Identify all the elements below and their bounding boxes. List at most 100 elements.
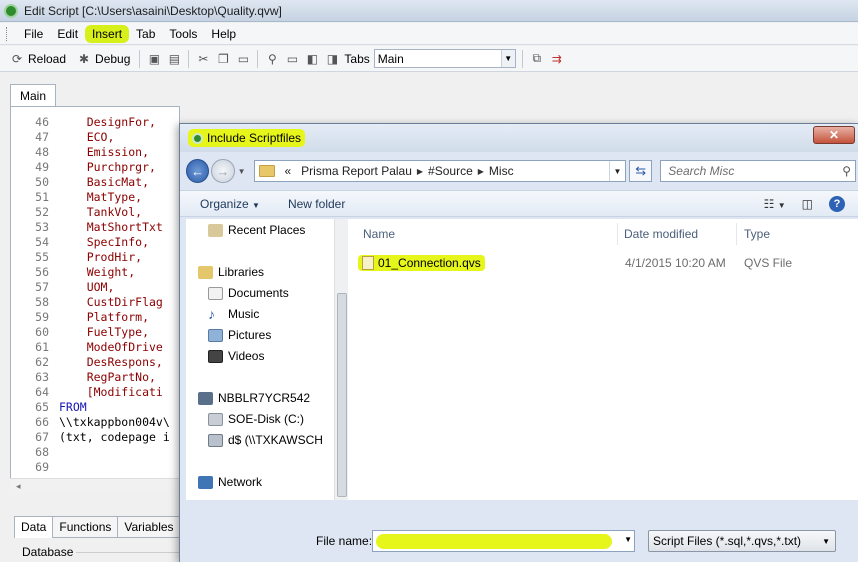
code-line[interactable]: 57 UOM,: [11, 280, 179, 295]
reload-button[interactable]: ⟳ Reload: [6, 49, 69, 69]
find-icon[interactable]: ⚲: [264, 51, 280, 67]
back-button[interactable]: ←: [186, 159, 210, 183]
chevron-right-icon[interactable]: ▶: [478, 167, 484, 176]
organize-button[interactable]: Organize ▼: [200, 197, 260, 211]
view-options-button[interactable]: ☷ ▼: [764, 197, 786, 211]
address-bar[interactable]: « Prisma Report Palau ▶ #Source ▶ Misc ▼: [254, 160, 627, 182]
code-line[interactable]: 49 Purchprgr,: [11, 160, 179, 175]
nav-item-pictures[interactable]: Pictures: [208, 328, 271, 342]
tab-left-icon[interactable]: ◧: [304, 51, 320, 67]
column-divider: [617, 223, 618, 245]
code-line[interactable]: 52 TankVol,: [11, 205, 179, 220]
chevron-down-icon[interactable]: ▼: [609, 161, 625, 181]
file-name[interactable]: 01_Connection.qvs: [358, 255, 485, 271]
code-text: TankVol,: [59, 205, 143, 219]
code-line[interactable]: 60 FuelType,: [11, 325, 179, 340]
line-number: 52: [35, 205, 49, 219]
preview-pane-icon[interactable]: ◫: [802, 197, 813, 211]
nav-item-videos[interactable]: Videos: [208, 349, 264, 363]
save-icon[interactable]: ▣: [146, 51, 162, 67]
print-icon[interactable]: ▤: [166, 51, 182, 67]
code-line[interactable]: 54 SpecInfo,: [11, 235, 179, 250]
copy-icon[interactable]: ❐: [215, 51, 231, 67]
scrollbar-thumb[interactable]: [337, 293, 347, 497]
code-line[interactable]: 47 ECO,: [11, 130, 179, 145]
menu-file[interactable]: File: [17, 25, 50, 43]
editor-scrollbar[interactable]: ◂: [10, 478, 180, 494]
menu-tab[interactable]: Tab: [129, 25, 162, 43]
debug-button[interactable]: ✱ Debug: [73, 49, 133, 69]
code-line[interactable]: 59 Platform,: [11, 310, 179, 325]
reload-icon: ⟳: [11, 51, 23, 66]
syntax-check-icon[interactable]: ⇉: [549, 51, 565, 67]
code-text: ECO,: [59, 130, 115, 144]
code-line[interactable]: 68: [11, 445, 179, 460]
nav-item-computer[interactable]: NBBLR7YCR542: [198, 391, 310, 405]
code-line[interactable]: 46 DesignFor,: [11, 115, 179, 130]
code-line[interactable]: 48 Emission,: [11, 145, 179, 160]
code-line[interactable]: 66 \\txkappbon004v\: [11, 415, 179, 430]
nav-item-documents[interactable]: Documents: [208, 286, 289, 300]
script-editor[interactable]: 46 DesignFor, 47 ECO, 48 Emission, 49 Purch…: [10, 106, 180, 494]
code-text: FuelType,: [59, 325, 150, 339]
nav-item-recent-places[interactable]: Recent Places: [208, 223, 305, 237]
file-row[interactable]: 01_Connection.qvs 4/1/2015 10:20 AM QVS …: [358, 253, 853, 273]
code-line[interactable]: 64 [Modificati: [11, 385, 179, 400]
refresh-button[interactable]: ⇆: [629, 160, 653, 182]
table-viewer-icon[interactable]: ⧉: [529, 51, 545, 67]
chevron-right-icon[interactable]: ▶: [417, 167, 423, 176]
menu-edit[interactable]: Edit: [50, 25, 85, 43]
menu-help[interactable]: Help: [204, 25, 243, 43]
breadcrumb-item[interactable]: Prisma Report Palau: [301, 164, 412, 178]
nav-scrollbar[interactable]: [334, 219, 348, 500]
code-line[interactable]: 55 ProdHir,: [11, 250, 179, 265]
search-input[interactable]: Search Misc ⚲: [660, 160, 856, 182]
code-line[interactable]: 50 BasicMat,: [11, 175, 179, 190]
code-line[interactable]: 62 DesRespons,: [11, 355, 179, 370]
breadcrumb-prefix[interactable]: «: [284, 164, 291, 178]
column-header-type[interactable]: Type: [744, 227, 770, 241]
folder-icon[interactable]: ▭: [284, 51, 300, 67]
nav-item-libraries[interactable]: Libraries: [198, 265, 264, 279]
tab-data[interactable]: Data: [14, 516, 54, 538]
tabs-select[interactable]: Main ▼: [373, 49, 516, 68]
chevron-down-icon[interactable]: ▼: [624, 535, 632, 544]
code-line[interactable]: 56 Weight,: [11, 265, 179, 280]
tab-variables[interactable]: Variables: [117, 516, 181, 538]
cut-icon[interactable]: ✂: [195, 51, 211, 67]
code-line[interactable]: 69: [11, 460, 179, 475]
include-scriptfiles-dialog: Include Scriptfiles ✕ ← → ▼ « Prisma Rep…: [179, 123, 858, 562]
menu-tools[interactable]: Tools: [162, 25, 204, 43]
column-header-name[interactable]: Name: [363, 227, 395, 241]
file-type-filter-select[interactable]: Script Files (*.sql,*.qvs,*.txt) ▼: [648, 530, 836, 552]
tab-main[interactable]: Main: [10, 84, 56, 106]
nav-item-c-drive[interactable]: SOE-Disk (C:): [208, 412, 304, 426]
breadcrumb-item[interactable]: #Source: [428, 164, 473, 178]
recent-locations-dropdown[interactable]: ▼: [238, 167, 246, 176]
code-line[interactable]: 61 ModeOfDrive: [11, 340, 179, 355]
help-icon[interactable]: ?: [829, 195, 845, 212]
script-editor-panel: Main 46 DesignFor, 47 ECO, 48 Emission, 49 …: [10, 84, 180, 504]
forward-button[interactable]: →: [211, 159, 235, 183]
nav-item-network[interactable]: Network: [198, 475, 262, 489]
code-line[interactable]: 63 RegPartNo,: [11, 370, 179, 385]
column-header-date[interactable]: Date modified: [624, 227, 698, 241]
breadcrumb-item[interactable]: Misc: [489, 164, 514, 178]
close-button[interactable]: ✕: [813, 126, 855, 144]
paste-icon[interactable]: ▭: [235, 51, 251, 67]
new-folder-button[interactable]: New folder: [288, 197, 345, 211]
tab-functions[interactable]: Functions: [52, 516, 119, 538]
menu-insert[interactable]: Insert: [85, 24, 130, 43]
code-text: SpecInfo,: [59, 235, 150, 249]
nav-item-music[interactable]: ♪ Music: [208, 307, 259, 322]
line-number: 65: [35, 400, 49, 414]
file-name-input[interactable]: ▼: [372, 530, 635, 552]
nav-item-network-drive[interactable]: d$ (\\TXKAWSCH: [208, 433, 323, 447]
code-line[interactable]: 53 MatShortTxt: [11, 220, 179, 235]
tab-right-icon[interactable]: ◨: [324, 51, 340, 67]
code-line[interactable]: 65 FROM: [11, 400, 179, 415]
code-line[interactable]: 67 (txt, codepage i: [11, 430, 179, 445]
code-line[interactable]: 58 CustDirFlag: [11, 295, 179, 310]
toolbar-separator: [257, 49, 259, 68]
code-line[interactable]: 51 MatType,: [11, 190, 179, 205]
